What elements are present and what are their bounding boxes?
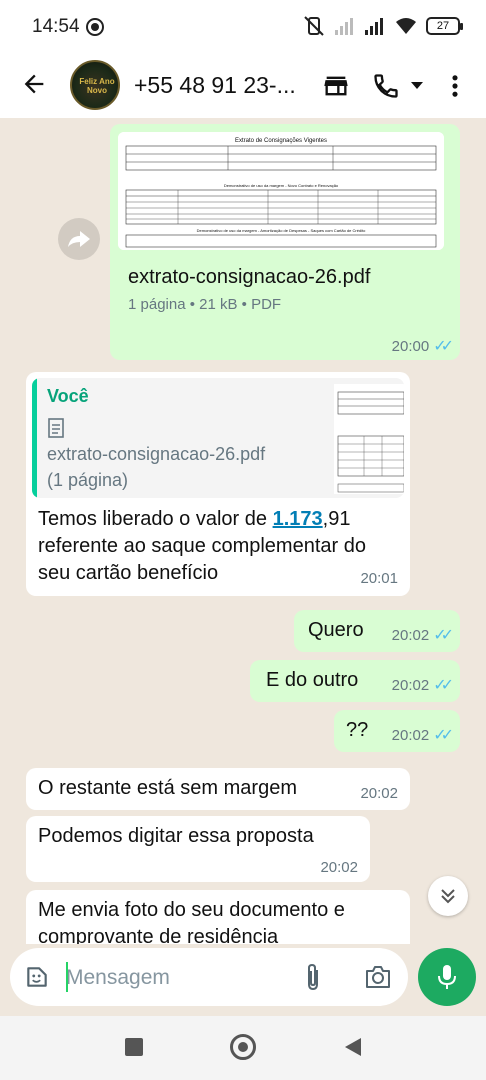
message-input[interactable] bbox=[66, 964, 266, 992]
contact-name[interactable]: +55 48 91 23-... bbox=[134, 72, 296, 99]
message-time: 20:02 bbox=[360, 785, 398, 802]
back-nav-icon[interactable] bbox=[342, 1036, 364, 1058]
message-outgoing[interactable]: ?? 20:02 ✓✓ bbox=[334, 710, 460, 752]
status-icons: 27 bbox=[302, 14, 463, 38]
text-caret bbox=[66, 962, 68, 992]
chat-area[interactable]: Extrato de Consignações Vigentes Demonst… bbox=[0, 118, 486, 944]
message-text: Temos liberado o valor de 1.173,91 refer… bbox=[38, 506, 398, 587]
more-vert-icon[interactable] bbox=[448, 72, 462, 100]
microphone-icon bbox=[438, 965, 456, 989]
pdf-preview-graphic: Extrato de Consignações Vigentes Demonst… bbox=[118, 132, 444, 250]
message-document[interactable]: Extrato de Consignações Vigentes Demonst… bbox=[110, 124, 460, 360]
chat-header: Feliz Ano Novo +55 48 91 23-... bbox=[0, 56, 486, 118]
store-icon[interactable] bbox=[322, 72, 350, 100]
phone-icon[interactable] bbox=[372, 72, 400, 100]
quote-filename: extrato-consignacao-26.pdf bbox=[47, 444, 266, 464]
message-text: O restante está sem margem bbox=[38, 777, 297, 799]
forward-button[interactable] bbox=[58, 218, 100, 260]
pdf-section-1: Demonstrativo de uso da margem - Novo Co… bbox=[224, 183, 339, 188]
document-icon bbox=[48, 418, 64, 438]
quoted-message[interactable]: Você extrato-consignacao-26.pdf (1 págin… bbox=[32, 378, 404, 498]
pdf-preview[interactable]: Extrato de Consignações Vigentes Demonst… bbox=[118, 132, 444, 250]
read-ticks-icon: ✓✓ bbox=[433, 627, 454, 644]
message-incoming[interactable]: Me envia foto do seu documento e comprov… bbox=[26, 890, 410, 944]
document-details: 1 página • 21 kB • PDF bbox=[128, 296, 282, 313]
scroll-to-bottom-button[interactable] bbox=[428, 876, 468, 916]
quote-thumbnail bbox=[334, 384, 404, 494]
home-button[interactable] bbox=[230, 1034, 256, 1060]
status-time: 14:54 bbox=[32, 16, 80, 37]
message-input-box[interactable] bbox=[10, 948, 408, 1006]
signal-weak-icon bbox=[335, 18, 353, 35]
home-dot bbox=[238, 1042, 248, 1052]
quote-pages: (1 página) bbox=[47, 470, 129, 490]
message-time: 20:01 bbox=[360, 570, 398, 587]
message-text: Me envia foto do seu documento e comprov… bbox=[38, 899, 345, 944]
composer bbox=[0, 944, 486, 1016]
document-filename: extrato-consignacao-26.pdf bbox=[128, 266, 371, 288]
paperclip-icon[interactable] bbox=[302, 962, 324, 992]
battery-icon: 27 bbox=[426, 17, 463, 35]
avatar-text: Feliz Ano Novo bbox=[79, 77, 115, 95]
message-incoming[interactable]: Podemos digitar essa proposta 20:02 bbox=[26, 816, 370, 882]
signal-icon bbox=[365, 18, 383, 35]
screen-record-icon bbox=[86, 18, 104, 36]
message-outgoing[interactable]: E do outro 20:02 ✓✓ bbox=[250, 660, 460, 702]
message-text: ?? bbox=[346, 719, 369, 741]
message-text: Podemos digitar essa proposta bbox=[38, 825, 314, 847]
arrow-left-icon[interactable] bbox=[20, 70, 48, 98]
amount-link[interactable]: 1.173 bbox=[273, 508, 323, 530]
message-text: E do outro bbox=[266, 669, 359, 691]
message-time: 20:02 bbox=[391, 626, 430, 644]
message-reply[interactable]: Você extrato-consignacao-26.pdf (1 págin… bbox=[26, 372, 410, 596]
system-navigation-bar bbox=[0, 1016, 486, 1080]
vibrate-off-icon bbox=[304, 16, 324, 36]
message-text-before: Temos liberado o valor de bbox=[38, 508, 273, 530]
avatar[interactable]: Feliz Ano Novo bbox=[70, 60, 120, 110]
message-time: 20:02 bbox=[320, 859, 358, 876]
message-text: Quero bbox=[308, 619, 364, 641]
quote-author: Você bbox=[47, 386, 89, 406]
recents-button[interactable] bbox=[125, 1038, 143, 1056]
pdf-doc-title: Extrato de Consignações Vigentes bbox=[235, 138, 327, 144]
message-time: 20:00 bbox=[391, 337, 430, 355]
message-meta: 20:02 bbox=[360, 785, 398, 802]
message-outgoing[interactable]: Quero 20:02 ✓✓ bbox=[294, 610, 460, 652]
status-bar: 14:54 27 bbox=[0, 0, 486, 56]
message-meta: 20:02 ✓✓ bbox=[391, 725, 454, 745]
camera-icon[interactable] bbox=[364, 964, 392, 990]
message-incoming[interactable]: O restante está sem margem 20:02 bbox=[26, 768, 410, 810]
forward-icon bbox=[68, 231, 90, 247]
wifi-icon bbox=[396, 18, 416, 34]
double-chevron-down-icon bbox=[441, 889, 455, 904]
pdf-section-2: Demonstrativo de uso da margem - Amortiz… bbox=[197, 228, 367, 233]
message-time: 20:02 bbox=[391, 676, 430, 694]
message-meta: 20:01 bbox=[360, 570, 398, 587]
microphone-button[interactable] bbox=[418, 948, 476, 1006]
message-meta: 20:02 ✓✓ bbox=[391, 675, 454, 695]
read-ticks-icon: ✓✓ bbox=[433, 727, 454, 744]
message-meta: 20:02 bbox=[320, 859, 358, 876]
read-ticks-icon: ✓✓ bbox=[433, 338, 454, 355]
caret-down-icon[interactable] bbox=[410, 80, 424, 92]
sticker-icon[interactable] bbox=[24, 964, 50, 990]
message-time: 20:02 bbox=[391, 726, 430, 744]
message-meta: 20:02 ✓✓ bbox=[391, 625, 454, 645]
message-meta: 20:00 ✓✓ bbox=[391, 336, 454, 356]
quote-accent-bar bbox=[32, 378, 37, 498]
read-ticks-icon: ✓✓ bbox=[433, 677, 454, 694]
